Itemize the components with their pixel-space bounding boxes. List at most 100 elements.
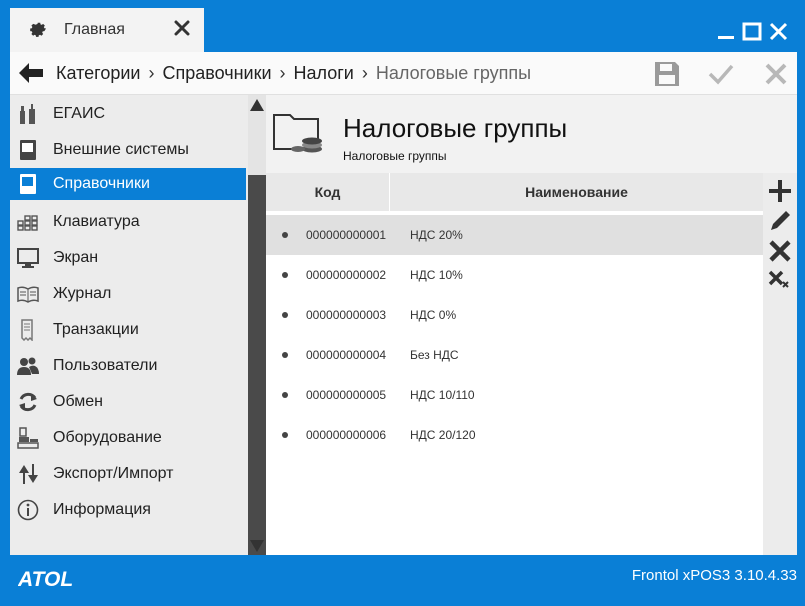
tab-main[interactable]: Главная [10, 8, 204, 52]
row-bullet [282, 432, 288, 438]
cancel-icon[interactable] [762, 60, 790, 88]
close-tab-icon[interactable] [174, 20, 190, 36]
cell-code: 000000000001 [306, 228, 387, 242]
sidebar-item-exchange[interactable]: Обмен [10, 386, 246, 418]
scrollbar-thumb[interactable] [248, 175, 266, 555]
sidebar-item-label: Оборудование [53, 429, 162, 446]
keyboard-icon [17, 215, 38, 231]
check-icon[interactable] [707, 60, 735, 88]
sidebar-item-external-systems[interactable]: Внешние системы [10, 134, 246, 166]
table-header: Код Наименование [266, 173, 763, 211]
breadcrumb-current: Налоговые группы [375, 62, 532, 83]
page-title: Налоговые группы [343, 113, 568, 143]
cell-code: 000000000005 [306, 388, 387, 402]
cell-name: НДС 0% [410, 308, 457, 322]
column-header-name[interactable]: Наименование [390, 173, 763, 211]
delete-all-icon[interactable] [768, 267, 792, 291]
scroll-up-icon[interactable] [249, 98, 265, 112]
gear-icon [30, 22, 47, 37]
sidebar-item-label: Обмен [53, 393, 103, 410]
add-icon[interactable] [768, 179, 792, 203]
breadcrumb-separator: › [361, 62, 368, 83]
tab-label: Главная [64, 21, 125, 38]
page-subtitle: Налоговые группы [343, 149, 447, 163]
sidebar: ЕГАИС Внешние системы Справочники Клавиа… [10, 95, 248, 555]
users-icon [17, 357, 39, 375]
breadcrumb-item-categories[interactable]: Категории [56, 63, 140, 84]
bottles-icon [20, 104, 35, 124]
monitor-icon [17, 248, 39, 268]
breadcrumb: Категории › Справочники › Налоги › Налог… [10, 52, 797, 95]
cell-name: НДС 10/110 [410, 388, 475, 402]
actions-toolbar [763, 173, 797, 555]
sidebar-item-label: Пользователи [53, 357, 158, 374]
cell-code: 000000000002 [306, 268, 387, 282]
breadcrumb-separator: › [148, 62, 155, 83]
version-label: Frontol xPOS3 3.10.4.33 [631, 567, 797, 584]
back-arrow-icon[interactable] [18, 62, 44, 84]
row-bullet [282, 392, 288, 398]
reference-book-icon [20, 174, 36, 194]
sidebar-item-equipment[interactable]: Оборудование [10, 422, 246, 454]
scroll-down-icon[interactable] [249, 539, 265, 553]
sidebar-item-references[interactable]: Справочники [10, 168, 246, 200]
exchange-icon [19, 392, 37, 412]
cell-code: 000000000004 [306, 348, 387, 362]
sidebar-item-export-import[interactable]: Экспорт/Импорт [10, 458, 246, 490]
breadcrumb-item-taxes[interactable]: Налоги [294, 63, 354, 84]
export-import-icon [19, 464, 38, 484]
table-row[interactable]: 000000000004 Без НДС [266, 335, 763, 375]
save-icon[interactable] [653, 60, 681, 88]
sidebar-item-users[interactable]: Пользователи [10, 350, 246, 382]
title-bar: Главная [0, 0, 805, 52]
breadcrumb-separator: › [279, 62, 286, 83]
sidebar-item-label: Журнал [53, 285, 112, 302]
sidebar-item-information[interactable]: Информация [10, 494, 246, 526]
sidebar-item-keyboard[interactable]: Клавиатура [10, 206, 246, 238]
table-row[interactable]: 000000000002 НДС 10% [266, 255, 763, 295]
row-bullet [282, 352, 288, 358]
table-row[interactable]: 000000000003 НДС 0% [266, 295, 763, 335]
svg-text:ATOL: ATOL [18, 568, 73, 589]
sidebar-item-label: Внешние системы [53, 141, 189, 158]
sidebar-item-transactions[interactable]: Транзакции [10, 314, 246, 346]
page-header: Налоговые группы Налоговые группы [266, 95, 797, 173]
sidebar-item-label: Клавиатура [53, 213, 140, 230]
sidebar-item-label: Экспорт/Импорт [53, 465, 174, 482]
table-row[interactable]: 000000000005 НДС 10/110 [266, 375, 763, 415]
sidebar-scrollbar[interactable] [248, 95, 266, 555]
atol-logo: ATOL [18, 568, 73, 589]
equipment-icon [17, 427, 39, 449]
sidebar-item-screen[interactable]: Экран [10, 242, 246, 274]
delete-icon[interactable] [768, 239, 792, 263]
main-content: Налоговые группы Налоговые группы Код На… [266, 95, 797, 555]
close-window-icon[interactable] [768, 22, 790, 42]
sidebar-item-label: Экран [53, 249, 99, 266]
sidebar-item-journal[interactable]: Журнал [10, 278, 246, 310]
row-bullet [282, 272, 288, 278]
sidebar-item-label: ЕГАИС [53, 105, 105, 122]
sidebar-item-label: Справочники [53, 175, 150, 192]
cell-code: 000000000003 [306, 308, 387, 322]
book-icon [20, 140, 36, 160]
breadcrumb-item-references[interactable]: Справочники [162, 63, 271, 84]
journal-icon [17, 286, 39, 303]
cell-name: НДС 10% [410, 268, 463, 282]
edit-pencil-icon[interactable] [768, 209, 792, 233]
sidebar-item-label: Информация [53, 501, 151, 518]
sidebar-item-egais[interactable]: ЕГАИС [10, 98, 246, 130]
cell-code: 000000000006 [306, 428, 387, 442]
info-icon [17, 499, 39, 521]
folder-coins-icon [273, 114, 322, 153]
minimize-icon[interactable] [716, 22, 738, 42]
sidebar-item-label: Транзакции [53, 321, 139, 338]
table-row[interactable]: 000000000006 НДС 20/120 [266, 415, 763, 455]
table-row[interactable]: 000000000001 НДС 20% [266, 215, 763, 255]
column-header-code[interactable]: Код [266, 173, 390, 211]
maximize-icon[interactable] [742, 22, 764, 42]
row-bullet [282, 232, 288, 238]
cell-name: НДС 20% [410, 228, 463, 242]
cell-name: НДС 20/120 [410, 428, 476, 442]
transactions-icon [21, 319, 33, 341]
status-bar: ATOL Frontol xPOS3 3.10.4.33 [0, 555, 805, 606]
